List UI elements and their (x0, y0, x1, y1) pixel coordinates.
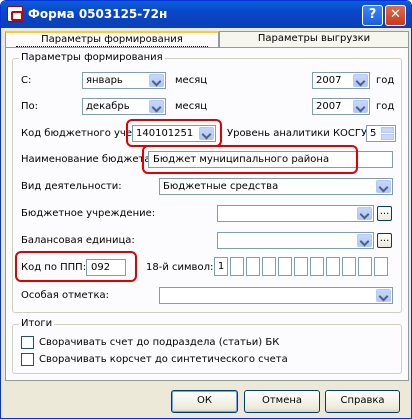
to-year-value: 2007 (316, 101, 342, 112)
from-year-select[interactable]: 2007 (312, 72, 370, 89)
char18-label: 18-й символ: (146, 262, 214, 273)
budget-name-label: Наименование бюджета: (21, 154, 154, 165)
tab-strip: Параметры формирования Параметры выгрузк… (5, 31, 409, 48)
collapse-by-section-label[interactable]: Сворачивать счет до подраздела (статьи) … (39, 337, 279, 348)
activity-select[interactable]: Бюджетные средства (159, 178, 393, 195)
collapse-to-synthetic-checkbox[interactable] (21, 353, 34, 366)
app-icon (7, 6, 23, 22)
tab-label: Параметры выгрузки (257, 33, 371, 44)
from-month-label: месяц (175, 75, 208, 86)
tab-label: Параметры формирования (41, 34, 183, 45)
char18-cell[interactable] (374, 257, 388, 276)
from-month-select[interactable]: январь (82, 72, 166, 89)
from-month-value: январь (86, 75, 123, 86)
arrow-down-icon[interactable] (381, 134, 394, 140)
from-year-label: год (376, 75, 395, 86)
kosgu-level-value: 5 (370, 128, 377, 139)
chevron-down-icon[interactable] (149, 100, 164, 113)
balance-unit-label: Балансовая единица: (21, 235, 135, 246)
collapse-by-section-checkbox[interactable] (21, 336, 34, 349)
budget-name-highlight (142, 145, 358, 174)
special-mark-select[interactable] (159, 287, 393, 304)
kosgu-level-label: Уровень аналитики КОСГУ: (227, 128, 371, 139)
from-label: С: (21, 75, 32, 86)
special-mark-label: Особая отметка: (21, 290, 109, 301)
window-title: Форма 0503125-72н (28, 7, 168, 21)
to-year-label: год (376, 101, 395, 112)
institution-select[interactable] (217, 205, 374, 222)
arrow-up-icon[interactable] (381, 127, 394, 133)
to-month-label: месяц (175, 101, 208, 112)
char18-cell[interactable] (342, 257, 356, 276)
activity-value: Бюджетные средства (163, 181, 279, 192)
kosgu-level-stepper[interactable]: 5 (366, 125, 396, 142)
balance-unit-select[interactable] (217, 232, 374, 249)
char18-cell[interactable] (310, 257, 324, 276)
chevron-down-icon[interactable] (353, 74, 368, 87)
char18-cell[interactable] (230, 257, 244, 276)
char18-cell[interactable] (262, 257, 276, 276)
ppp-code-highlight (15, 251, 137, 282)
ok-button[interactable]: ОК (171, 390, 238, 413)
cancel-button[interactable]: Отмена (244, 390, 320, 413)
chevron-down-icon[interactable] (357, 234, 372, 247)
to-month-value: декабрь (86, 101, 130, 112)
to-label: По: (21, 101, 39, 112)
activity-label: Вид деятельности: (21, 181, 122, 192)
char18-cell[interactable] (294, 257, 308, 276)
title-bar[interactable]: Форма 0503125-72н ? ✕ (1, 1, 411, 28)
chevron-down-icon[interactable] (376, 289, 391, 302)
char18-cells: 1 (214, 257, 394, 276)
char18-cell[interactable] (326, 257, 340, 276)
totals-group: Итоги (12, 318, 402, 374)
close-icon[interactable]: ✕ (385, 5, 406, 26)
balance-unit-browse-button[interactable]: ... (377, 233, 392, 248)
help-title-button[interactable]: ? (362, 5, 383, 26)
char18-cell[interactable] (278, 257, 292, 276)
chevron-down-icon[interactable] (376, 180, 391, 193)
chevron-down-icon[interactable] (149, 74, 164, 87)
tab-panel: Параметры формирования С: январь месяц 2… (5, 47, 409, 381)
tab-export-params[interactable]: Параметры выгрузки (219, 31, 409, 47)
help-button[interactable]: Справка (325, 390, 400, 413)
char18-cell[interactable] (246, 257, 260, 276)
tab-generation-params[interactable]: Параметры формирования (5, 31, 219, 48)
char18-cell[interactable] (358, 257, 372, 276)
chevron-down-icon[interactable] (353, 100, 368, 113)
form-window: Форма 0503125-72н ? ✕ Параметры формиров… (0, 0, 412, 419)
to-month-select[interactable]: декабрь (82, 98, 166, 115)
to-year-select[interactable]: 2007 (312, 98, 370, 115)
char18-cell[interactable]: 1 (214, 257, 228, 276)
budget-code-highlight (126, 119, 222, 147)
institution-browse-button[interactable]: ... (377, 206, 392, 221)
from-year-value: 2007 (316, 75, 342, 86)
stepper-buttons[interactable] (381, 127, 394, 140)
chevron-down-icon[interactable] (357, 207, 372, 220)
totals-group-title: Итоги (19, 318, 55, 329)
params-group-title: Параметры формирования (19, 52, 165, 63)
collapse-to-synthetic-label[interactable]: Сворачивать корсчет до синтетического сч… (39, 354, 288, 365)
institution-label: Бюджетное учреждение: (21, 208, 156, 219)
